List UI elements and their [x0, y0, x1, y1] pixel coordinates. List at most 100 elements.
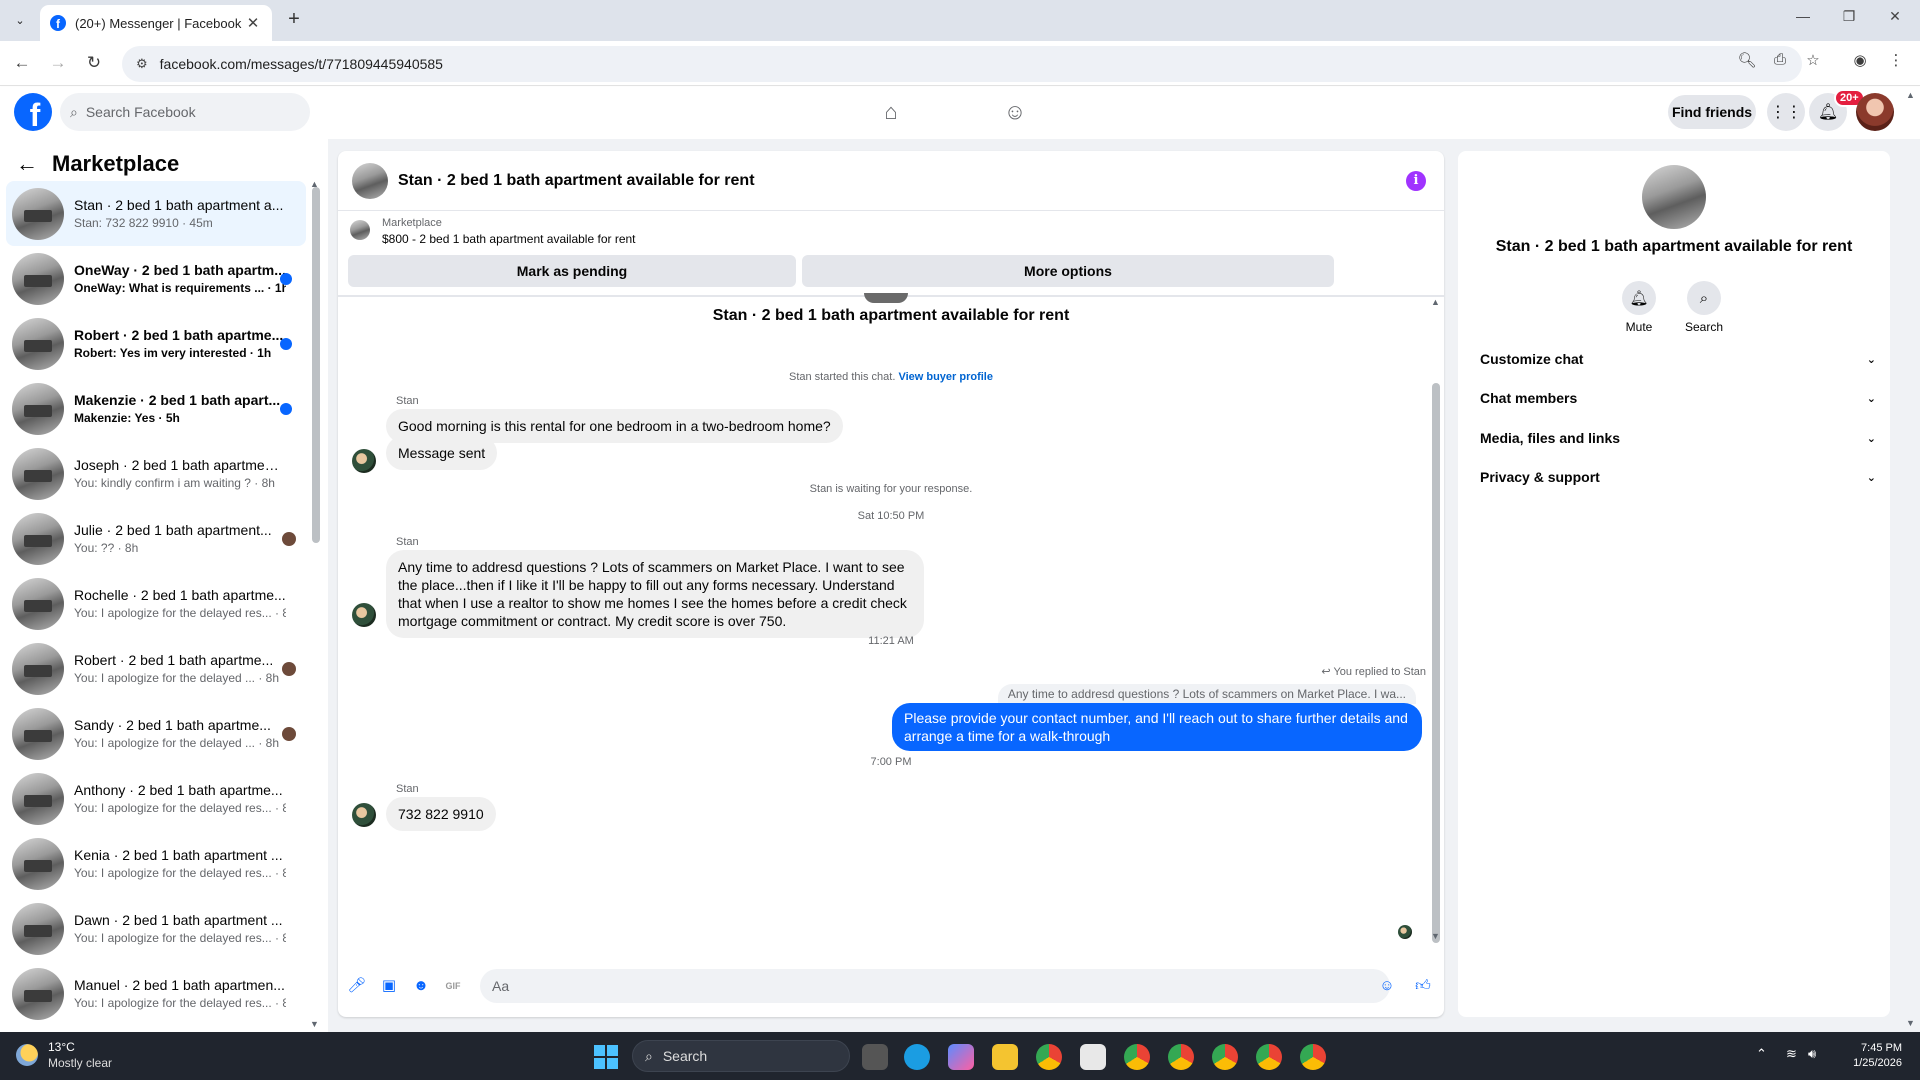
conversation-item[interactable]: Robert · 2 bed 1 bath apartme... You: I a… — [6, 636, 306, 701]
menu-grid-icon[interactable]: ⋮⋮ — [1767, 93, 1805, 131]
conversation-preview: OneWay: What is requirements ... · 1h — [74, 281, 286, 295]
zoom-icon[interactable]: 🔍︎ — [1735, 51, 1759, 69]
chrome-profile-icon[interactable] — [1168, 1044, 1194, 1070]
conversation-item[interactable]: Manuel · 2 bed 1 bath apartmen... You: I … — [6, 961, 306, 1026]
conversation-item[interactable]: OneWay · 2 bed 1 bath apartm... OneWay: W… — [6, 246, 306, 311]
conversation-item[interactable]: Kenia · 2 bed 1 bath apartment ... You: I… — [6, 831, 306, 896]
chrome-profile-icon[interactable] — [1300, 1044, 1326, 1070]
restore-icon[interactable]: ❐ — [1826, 8, 1872, 25]
edge-icon[interactable] — [904, 1044, 930, 1070]
chat-listing-thumbnail[interactable] — [352, 162, 388, 199]
conversation-item[interactable]: Rochelle · 2 bed 1 bath apartme... You: I… — [6, 571, 306, 636]
new-tab-plus-icon[interactable]: + — [282, 8, 306, 32]
facebook-search-input[interactable]: ⌕ Search Facebook — [60, 93, 310, 131]
chrome-profile-icon[interactable] — [1124, 1044, 1150, 1070]
sender-avatar[interactable] — [352, 449, 376, 473]
install-app-icon[interactable]: ⎙ — [1768, 51, 1792, 68]
chrome-profile-icon[interactable] — [1256, 1044, 1282, 1070]
sender-avatar[interactable] — [352, 803, 376, 827]
back-arrow-icon[interactable]: ← — [10, 51, 34, 75]
address-bar[interactable]: ⚙ facebook.com/messages/t/77180944594058… — [122, 46, 1802, 82]
photo-icon[interactable]: ▣ — [378, 975, 400, 997]
mute-label: Mute — [1625, 320, 1653, 334]
incoming-message[interactable]: 732 822 9910 — [386, 797, 496, 831]
bookmark-star-icon[interactable]: ☆ — [1801, 51, 1825, 69]
start-windows-icon[interactable] — [594, 1045, 618, 1069]
sticker-icon[interactable]: ☻ — [410, 975, 432, 997]
profile-icon[interactable]: ◉ — [1848, 51, 1872, 69]
browser-tab-messenger[interactable]: f (20+) Messenger | Facebook ✕ — [40, 5, 272, 41]
conversation-item[interactable]: Robert · 2 bed 1 bath apartme... Robert: … — [6, 311, 306, 376]
emoji-icon[interactable]: ☺ — [1376, 975, 1398, 997]
volume-icon[interactable]: 🔊︎ — [1808, 1046, 1816, 1062]
tab-close-icon[interactable]: ✕ — [244, 14, 262, 32]
thread-scrollbar[interactable] — [1432, 383, 1440, 943]
scroll-down-icon[interactable]: ▼ — [1431, 931, 1440, 941]
search-conversation-button[interactable]: ⌕ Search — [1674, 281, 1734, 334]
minimize-icon[interactable]: — — [1780, 8, 1826, 24]
scroll-down-icon[interactable]: ▼ — [310, 1019, 319, 1029]
taskbar-search[interactable]: ⌕ Search — [632, 1040, 850, 1072]
file-explorer-icon[interactable] — [992, 1044, 1018, 1070]
reply-arrow-icon: ↩︎ — [1321, 666, 1331, 678]
home-icon[interactable]: ⌂ — [876, 97, 906, 127]
customize-chat-row[interactable]: Customize chat ⌄ — [1472, 340, 1876, 378]
outgoing-message[interactable]: Please provide your contact number, and … — [892, 703, 1422, 751]
message-input[interactable]: Aa — [480, 969, 1390, 1003]
view-buyer-profile-link[interactable]: View buyer profile — [898, 371, 993, 383]
app-icon[interactable] — [1080, 1044, 1106, 1070]
site-info-icon[interactable]: ⚙ — [136, 56, 148, 72]
scroll-up-icon[interactable]: ▲ — [1431, 297, 1440, 307]
listing-photo[interactable] — [1642, 165, 1706, 229]
mark-as-pending-button[interactable]: Mark as pending — [348, 255, 796, 287]
conversation-item[interactable]: Julie · 2 bed 1 bath apartment... You: ??… — [6, 506, 306, 571]
marketplace-listing-row[interactable]: Marketplace $800 - 2 bed 1 bath apartmen… — [350, 217, 636, 246]
sender-name: Stan — [396, 536, 419, 548]
conversation-item[interactable]: Sandy · 2 bed 1 bath apartme... You: I ap… — [6, 701, 306, 766]
privacy-support-row[interactable]: Privacy & support ⌄ — [1472, 458, 1876, 496]
conversation-item[interactable]: Dawn · 2 bed 1 bath apartment ... You: I … — [6, 896, 306, 961]
like-thumb-icon[interactable]: 👍︎ — [1412, 975, 1434, 997]
page-scroll-up-icon[interactable]: ▲ — [1906, 90, 1915, 100]
conversation-item[interactable]: Anthony · 2 bed 1 bath apartme... You: I … — [6, 766, 306, 831]
forward-arrow-icon[interactable]: → — [46, 51, 70, 75]
row-label: Customize chat — [1480, 351, 1584, 367]
media-files-links-row[interactable]: Media, files and links ⌄ — [1472, 419, 1876, 457]
microphone-icon[interactable]: 🎤︎ — [346, 975, 368, 997]
mute-button[interactable]: 🔔︎ Mute — [1609, 281, 1669, 334]
chrome-profile-icon[interactable] — [1212, 1044, 1238, 1070]
gif-icon[interactable]: GIF — [442, 975, 464, 997]
conversation-item[interactable]: Joseph · 2 bed 1 bath apartment... You: k… — [6, 441, 306, 506]
taskbar-clock[interactable]: 7:45 PM 1/25/2026 — [1830, 1041, 1902, 1071]
incoming-message[interactable]: Any time to addresd questions ? Lots of … — [386, 550, 924, 638]
more-options-button[interactable]: More options — [802, 255, 1334, 287]
task-view-icon[interactable] — [862, 1044, 888, 1070]
waiting-note: Stan is waiting for your response. — [809, 483, 973, 495]
wifi-icon[interactable]: ≋ — [1786, 1046, 1797, 1062]
conversation-name: Joseph · 2 bed 1 bath apartment... — [74, 457, 286, 473]
account-avatar[interactable] — [1856, 93, 1894, 131]
chat-members-row[interactable]: Chat members ⌄ — [1472, 379, 1876, 417]
conversation-item[interactable]: Makenzie · 2 bed 1 bath apart... Makenzie… — [6, 376, 306, 441]
browser-menu-icon[interactable]: ⋮ — [1884, 51, 1908, 69]
sender-avatar[interactable] — [352, 603, 376, 627]
conversation-preview: You: I apologize for the delayed ... · 8… — [74, 736, 280, 750]
friends-icon[interactable]: ☺ — [1000, 97, 1030, 127]
tray-chevron-up-icon[interactable]: ⌃ — [1756, 1046, 1767, 1062]
back-arrow-icon[interactable]: ← — [16, 151, 38, 177]
close-window-icon[interactable]: ✕ — [1872, 8, 1918, 25]
find-friends-button[interactable]: Find friends — [1668, 95, 1756, 129]
quoted-message[interactable]: Any time to addresd questions ? Lots of … — [997, 684, 1416, 704]
facebook-logo-icon[interactable]: f — [14, 93, 52, 131]
tab-search-chevron-icon[interactable]: ⌄ — [8, 8, 32, 32]
info-icon[interactable]: i — [1406, 171, 1426, 191]
conversation-item[interactable]: Stan · 2 bed 1 bath apartment a... Stan: … — [6, 181, 306, 246]
chrome-icon[interactable] — [1036, 1044, 1062, 1070]
chat-title[interactable]: Stan · 2 bed 1 bath apartment available … — [398, 172, 755, 190]
page-scroll-down-icon[interactable]: ▼ — [1906, 1018, 1915, 1028]
weather-widget[interactable]: 13°C Mostly clear — [16, 1040, 112, 1070]
copilot-icon[interactable] — [948, 1044, 974, 1070]
incoming-message[interactable]: Message sent — [386, 436, 498, 470]
reload-icon[interactable]: ↻ — [82, 51, 106, 75]
sidebar-scrollbar[interactable] — [312, 187, 320, 543]
